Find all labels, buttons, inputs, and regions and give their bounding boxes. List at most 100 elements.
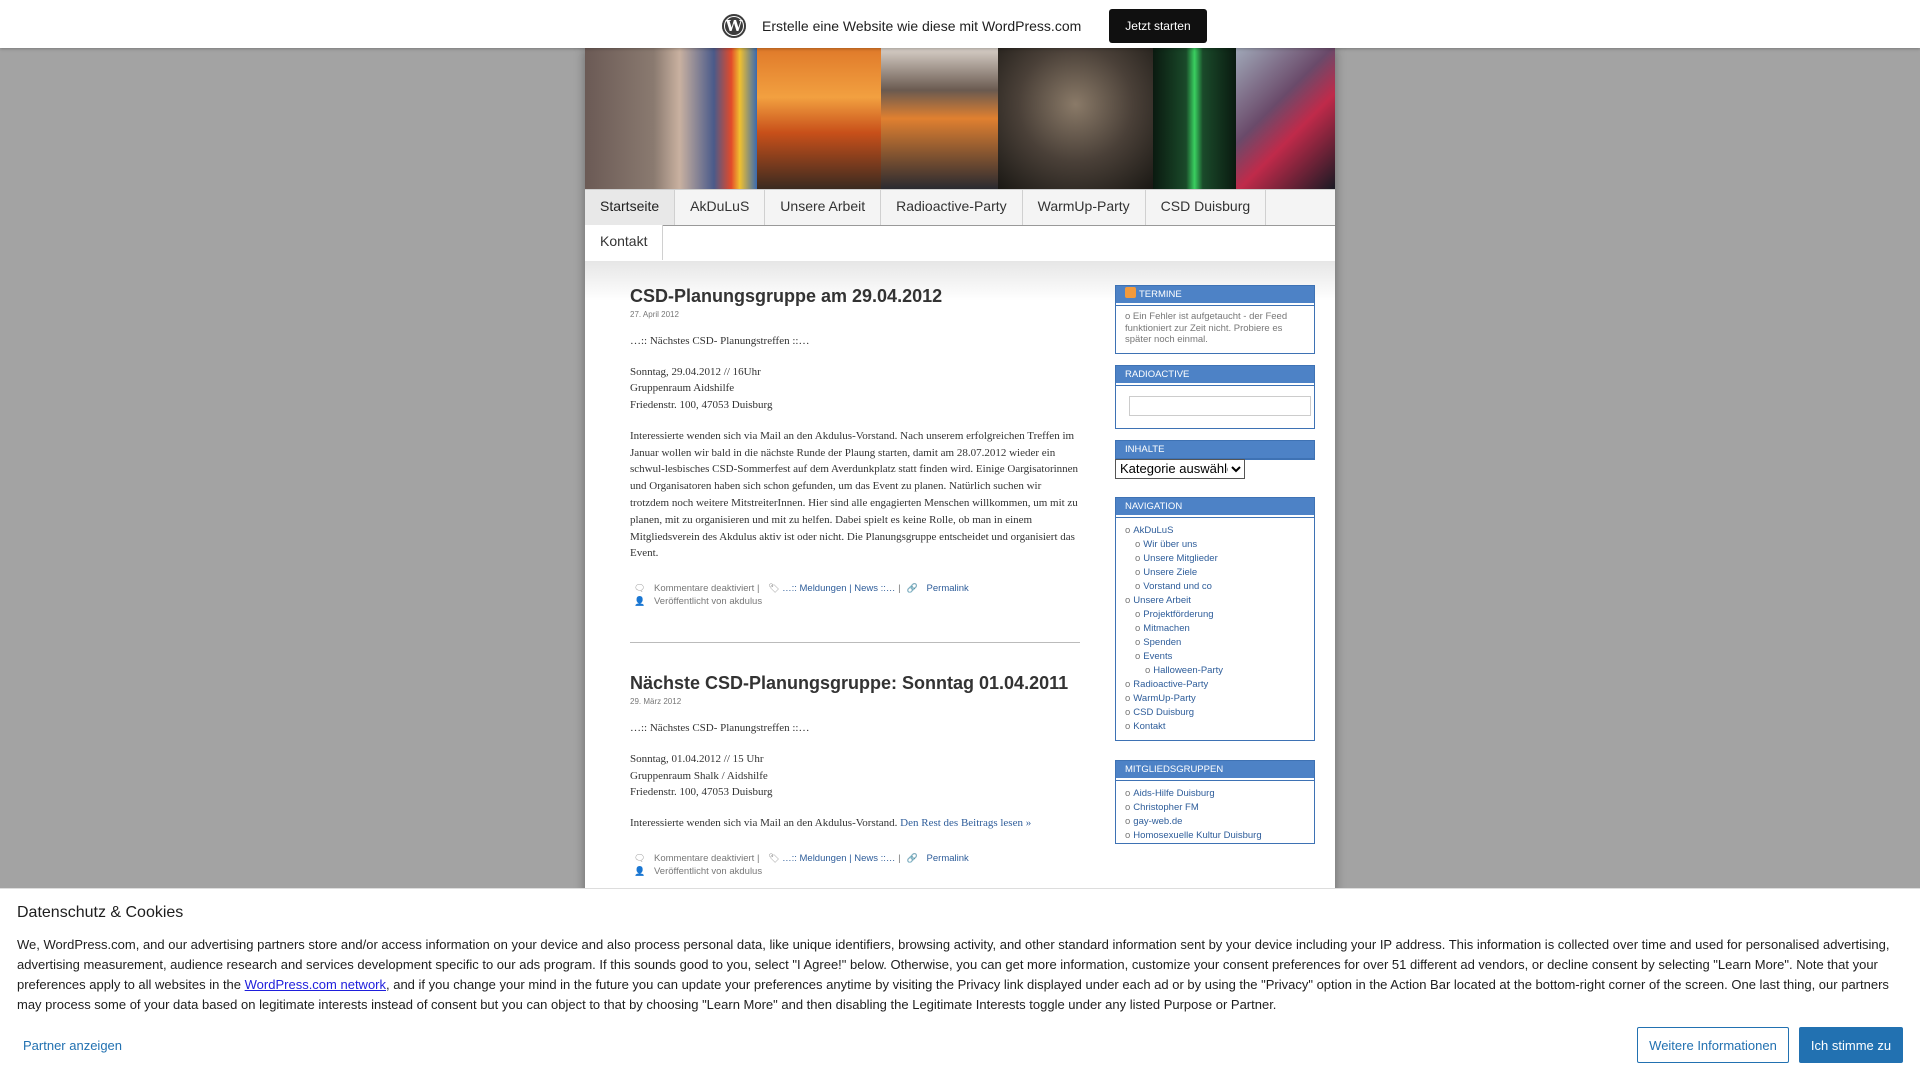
wordpress-logo-icon[interactable]: W	[722, 14, 746, 38]
sidebar-nav-item: o Unsere Ziele	[1125, 566, 1305, 580]
event-detail-line: Sonntag, 01.04.2012 // 15 Uhr	[630, 752, 764, 765]
event-detail-line: Sonntag, 29.04.2012 // 16Uhr	[630, 365, 761, 378]
bullet-icon: o	[1135, 580, 1141, 592]
permalink-link[interactable]: Permalink	[927, 853, 969, 864]
nav-item-warmup-party[interactable]: WarmUp-Party	[1022, 190, 1146, 225]
widget-termine-label[interactable]: TERMINE	[1139, 289, 1182, 300]
sidebar-nav-item: o Halloween-Party	[1125, 664, 1305, 678]
member-group-item: o Christopher FM	[1125, 801, 1305, 815]
sidebar-nav-link[interactable]: Vorstand und co	[1143, 581, 1212, 592]
wordpress-network-link[interactable]: WordPress.com network	[245, 977, 386, 992]
cookie-text: We, WordPress.com, and our advertising p…	[17, 937, 1890, 1012]
sidebar-nav-item: o AkDuLuS	[1125, 524, 1305, 538]
comment-icon: 🗨	[634, 852, 646, 863]
widget-navigation-title: NAVIGATION	[1116, 497, 1314, 517]
post-meta: 🗨 Kommentare deaktiviert | 🏷…:: Meldungen…	[630, 852, 1080, 878]
rss-feed-icon[interactable]	[1125, 287, 1136, 298]
header-photo-1	[585, 48, 757, 189]
category-select[interactable]: Kategorie auswählen	[1115, 458, 1245, 479]
post-title[interactable]: CSD-Planungsgruppe am 29.04.2012	[630, 285, 1080, 307]
sidebar-nav-link[interactable]: Projektförderung	[1143, 609, 1213, 620]
sidebar-nav-link[interactable]: Unsere Ziele	[1143, 567, 1197, 578]
permalink-icon: 🔗	[906, 583, 918, 594]
sidebar-nav-link[interactable]: Events	[1143, 651, 1172, 662]
learn-more-button[interactable]: Weitere Informationen	[1637, 1027, 1789, 1063]
bullet-icon: o	[1135, 636, 1141, 648]
sidebar-nav-link[interactable]: Unsere Mitglieder	[1143, 553, 1217, 564]
main-navigation: Startseite AkDuLuS Unsere Arbeit Radioactiv…	[585, 189, 1335, 262]
cookie-title: Datenschutz & Cookies	[17, 904, 184, 921]
post: CSD-Planungsgruppe am 29.04.2012 27. Apri…	[630, 285, 1080, 608]
widget-navigation: NAVIGATION o AkDuLuS o Wir über uns o Unsere …	[1115, 496, 1315, 741]
header-photo-2	[757, 48, 881, 189]
sidebar-nav-link[interactable]: Unsere Arbeit	[1133, 595, 1191, 606]
member-group-link[interactable]: gay-web.de	[1133, 816, 1182, 827]
read-more-link[interactable]: Den Rest des Beitrags lesen »	[900, 817, 1031, 829]
member-group-link[interactable]: Aids-Hilfe Duisburg	[1133, 788, 1214, 799]
posts-column: CSD-Planungsgruppe am 29.04.2012 27. Apri…	[630, 285, 1080, 878]
nav-item-radioactive-party[interactable]: Radioactive-Party	[881, 190, 1023, 225]
sidebar-nav-item: o Unsere Arbeit	[1125, 594, 1305, 608]
nav-item-unsere-arbeit[interactable]: Unsere Arbeit	[765, 190, 882, 225]
header-photo-6	[1236, 48, 1335, 189]
start-now-button[interactable]: Jetzt starten	[1109, 9, 1207, 43]
sidebar-nav-link[interactable]: CSD Duisburg	[1133, 707, 1194, 718]
bullet-icon: o	[1125, 706, 1131, 718]
post-title[interactable]: Nächste CSD-Planungsgruppe: Sonntag 01.0…	[630, 672, 1080, 694]
sidebar-nav-item: o WarmUp-Party	[1125, 692, 1305, 706]
member-group-item: o Aids-Hilfe Duisburg	[1125, 787, 1305, 801]
widget-inhalte: INHALTE Kategorie auswählen	[1115, 439, 1315, 479]
nav-item-csd-duisburg[interactable]: CSD Duisburg	[1145, 190, 1267, 225]
widget-radioactive-title: RADIOACTIVE	[1116, 365, 1314, 385]
post-date: 29. März 2012	[630, 697, 682, 707]
radioactive-image-placeholder[interactable]	[1129, 395, 1311, 416]
sidebar-nav-link[interactable]: Kontakt	[1133, 721, 1165, 732]
event-detail-line: Gruppenraum Shalk / Aidshilfe	[630, 769, 768, 782]
widget-termine: TERMINE o Ein Fehler ist aufgetaucht - d…	[1115, 285, 1315, 354]
nav-item-startseite[interactable]: Startseite	[585, 190, 676, 225]
sidebar-nav-link[interactable]: WarmUp-Party	[1133, 693, 1195, 704]
category-link[interactable]: …:: Meldungen | News ::…	[782, 583, 895, 594]
sidebar-nav-item: o Wir über uns	[1125, 538, 1305, 552]
post-text-content: Interessierte wenden sich via Mail an de…	[630, 429, 1079, 560]
bullet-icon: o	[1135, 538, 1141, 550]
post-author: Veröffentlicht von akdulus	[654, 865, 763, 877]
bullet-icon: o	[1125, 801, 1131, 813]
header-photo-3	[881, 48, 998, 189]
widget-termine-title[interactable]: TERMINE	[1116, 286, 1314, 305]
post-intro: …:: Nächstes CSD- Planungstreffen ::…	[630, 722, 810, 735]
category-link[interactable]: …:: Meldungen | News ::…	[782, 853, 895, 864]
post-date: 27. April 2012	[630, 310, 679, 319]
sidebar-nav-link[interactable]: Mitmachen	[1143, 623, 1189, 634]
bullet-icon: o	[1125, 678, 1131, 690]
header-photo-5	[1153, 48, 1236, 189]
permalink-link[interactable]: Permalink	[927, 583, 969, 594]
post-event-details: Sonntag, 29.04.2012 // 16Uhr Gruppenraum …	[630, 364, 1080, 414]
bullet-icon: o	[1125, 524, 1131, 536]
sidebar-nav-link[interactable]: AkDuLuS	[1133, 525, 1173, 536]
member-group-link[interactable]: Homosexuelle Kultur Duisburg	[1133, 830, 1261, 841]
post-author: Veröffentlicht von akdulus	[654, 596, 763, 608]
post-body: …:: Nächstes CSD- Planungstreffen ::… Son…	[630, 333, 1080, 562]
nav-item-akdulus[interactable]: AkDuLuS	[675, 190, 766, 225]
comments-status: Kommentare deaktiviert |	[654, 852, 760, 864]
author-icon: 👤	[634, 865, 646, 876]
sidebar-nav-link[interactable]: Radioactive-Party	[1133, 679, 1208, 690]
sidebar-nav-item: o Kontakt	[1125, 720, 1305, 734]
bullet-icon: o	[1135, 608, 1141, 620]
sidebar-nav-link[interactable]: Halloween-Party	[1153, 665, 1223, 676]
widget-inhalte-title: INHALTE	[1115, 440, 1315, 459]
navigation-list: o AkDuLuS o Wir über uns o Unsere Mitglieder o…	[1125, 524, 1305, 734]
header-image-banner[interactable]	[585, 48, 1335, 189]
bullet-icon: o	[1145, 664, 1151, 676]
show-partners-link[interactable]: Partner anzeigen	[23, 1038, 122, 1053]
post-separator	[630, 642, 1080, 644]
sidebar-nav-item: o Mitmachen	[1125, 622, 1305, 636]
sidebar-nav-link[interactable]: Wir über uns	[1143, 539, 1197, 550]
member-group-item: o Homosexuelle Kultur Duisburg	[1125, 829, 1305, 843]
bullet-icon: o	[1135, 622, 1141, 634]
sidebar-nav-link[interactable]: Spenden	[1143, 637, 1181, 648]
agree-button[interactable]: Ich stimme zu	[1799, 1027, 1903, 1063]
member-group-link[interactable]: Christopher FM	[1133, 802, 1198, 813]
nav-item-kontakt[interactable]: Kontakt	[585, 225, 664, 260]
